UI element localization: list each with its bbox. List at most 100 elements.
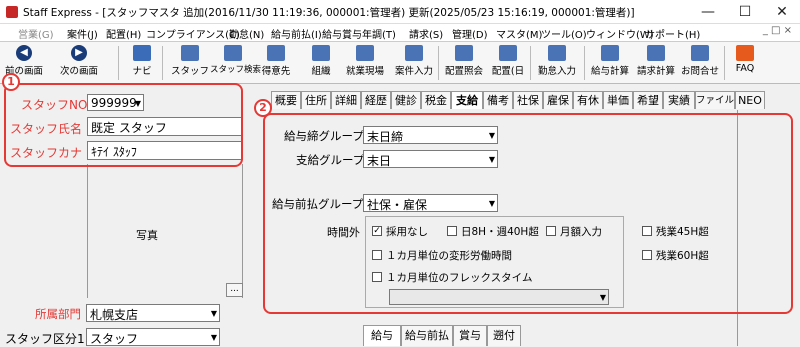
site-button[interactable]: 就業現場 xyxy=(342,44,388,82)
contact-button[interactable]: お問合せ xyxy=(678,44,722,82)
menu-attendance[interactable]: 勤怠(N) xyxy=(229,26,264,41)
navi-button[interactable]: ナビ xyxy=(126,44,158,82)
tab-detail[interactable]: 詳細 xyxy=(331,91,361,109)
photo-label: 写真 xyxy=(136,229,158,242)
assign-day-icon xyxy=(499,45,517,61)
tab-employment-insurance[interactable]: 雇保 xyxy=(543,91,573,109)
menu-tools[interactable]: ツール(O) xyxy=(541,26,587,41)
client-label: 得意先 xyxy=(261,66,291,77)
menu-payroll[interactable]: 給与賞与年調(T) xyxy=(322,26,396,41)
next-screen-button[interactable]: ▶ 次の画面 xyxy=(54,44,104,82)
annotation-box-2 xyxy=(263,113,793,314)
annotation-badge-1: 1 xyxy=(2,73,20,91)
bill-calc-icon xyxy=(647,45,665,61)
title-bar: Staff Express - [スタッフマスタ 追加(2016/11/30 1… xyxy=(0,0,800,24)
attendance-button[interactable]: 勤怠入力 xyxy=(534,44,580,82)
case-input-button[interactable]: 案件入力 xyxy=(392,44,436,82)
menu-sales[interactable]: 営業(G) xyxy=(18,26,54,41)
toolbar-divider xyxy=(530,46,531,80)
menu-master[interactable]: マスタ(M) xyxy=(496,26,542,41)
arrow-right-icon: ▶ xyxy=(71,45,87,61)
menu-compliance[interactable]: コンプライアンス(C) xyxy=(146,26,240,41)
menu-prepay[interactable]: 給与前払(I) xyxy=(271,26,322,41)
navi-label: ナビ xyxy=(132,66,152,77)
minimize-button[interactable]: — xyxy=(690,0,726,24)
toolbar-divider xyxy=(162,46,163,80)
client-icon xyxy=(267,45,285,61)
org-label: 組織 xyxy=(311,66,331,77)
assign-day-label: 配置(日 xyxy=(491,66,525,77)
dept-select[interactable]: 札幌支店 ▼ xyxy=(86,304,220,322)
maximize-button[interactable]: ☐ xyxy=(727,0,763,24)
contact-label: お問合せ xyxy=(680,66,719,77)
tab-record[interactable]: 実績 xyxy=(663,91,695,109)
menu-bar: 営業(G) 案件(J) 配置(H) コンプライアンス(C) 勤怠(N) 給与前払… xyxy=(0,24,800,42)
tab-bottom-retro[interactable]: 遡付 xyxy=(487,325,521,346)
menu-assign[interactable]: 配置(H) xyxy=(106,26,141,41)
tab-neo[interactable]: NEO xyxy=(735,91,765,109)
toolbar-divider xyxy=(724,46,725,80)
close-button[interactable]: ✕ xyxy=(764,0,800,24)
kubun-label: スタッフ区分1 xyxy=(5,332,85,346)
faq-icon xyxy=(736,45,754,61)
assign-day-button[interactable]: 配置(日 xyxy=(488,44,528,82)
annotation-badge-2: 2 xyxy=(254,99,272,117)
menu-window[interactable]: ウィンドウ(W) xyxy=(586,26,654,41)
window-title: Staff Express - [スタッフマスタ 追加(2016/11/30 1… xyxy=(23,7,635,19)
toolbar-divider xyxy=(438,46,439,80)
assign-view-button[interactable]: 配置照会 xyxy=(442,44,486,82)
bill-calc-label: 請求計算 xyxy=(636,66,675,77)
bill-calc-button[interactable]: 請求計算 xyxy=(634,44,678,82)
tab-social-insurance[interactable]: 社保 xyxy=(513,91,543,109)
staff-search-button[interactable]: スタッフ検索 xyxy=(210,44,262,82)
chevron-down-icon: ▼ xyxy=(210,333,217,342)
tab-rate[interactable]: 単価 xyxy=(603,91,633,109)
staff-search-label: スタッフ検索 xyxy=(210,65,262,75)
next-screen-label: 次の画面 xyxy=(59,66,98,77)
tab-health[interactable]: 健診 xyxy=(391,91,421,109)
mdi-controls[interactable]: _ □ × xyxy=(763,25,792,36)
site-label: 就業現場 xyxy=(345,66,384,77)
monitor-icon xyxy=(133,45,151,61)
faq-button[interactable]: FAQ xyxy=(730,44,760,82)
tab-bottom-pay[interactable]: 給与 xyxy=(363,325,401,346)
staff-icon xyxy=(181,45,199,61)
photo-browse-button[interactable]: ... xyxy=(226,283,243,297)
app-icon xyxy=(6,6,18,18)
staff-search-icon xyxy=(224,45,242,61)
client-button[interactable]: 得意先 xyxy=(258,44,294,82)
menu-case[interactable]: 案件(J) xyxy=(67,26,98,41)
tab-payment[interactable]: 支給 xyxy=(451,91,483,109)
assign-view-label: 配置照会 xyxy=(444,66,483,77)
org-icon xyxy=(312,45,330,61)
attendance-icon xyxy=(548,45,566,61)
tab-bottom-prepay[interactable]: 給与前払 xyxy=(401,325,453,346)
menu-support[interactable]: サポート(H) xyxy=(645,26,700,41)
case-icon xyxy=(405,45,423,61)
building-icon xyxy=(356,45,374,61)
tab-file[interactable]: ファイル xyxy=(695,91,735,109)
faq-label: FAQ xyxy=(735,63,755,74)
tab-address[interactable]: 住所 xyxy=(301,91,331,109)
tab-career[interactable]: 経歴 xyxy=(361,91,391,109)
tab-tax[interactable]: 税金 xyxy=(421,91,451,109)
dept-value: 札幌支店 xyxy=(90,308,139,322)
dept-label: 所属部門 xyxy=(35,307,81,321)
staff-button[interactable]: スタッフ xyxy=(170,44,210,82)
toolbar-divider xyxy=(118,46,119,80)
kubun-select[interactable]: スタッフ ▼ xyxy=(86,328,220,346)
tab-overview[interactable]: 概要 xyxy=(271,91,301,109)
mail-icon xyxy=(691,45,709,61)
org-button[interactable]: 組織 xyxy=(305,44,337,82)
menu-billing[interactable]: 請求(S) xyxy=(409,26,443,41)
pay-calc-button[interactable]: 給与計算 xyxy=(588,44,632,82)
tab-bottom-bonus[interactable]: 賞与 xyxy=(453,325,487,346)
calculator-icon xyxy=(601,45,619,61)
kubun-value: スタッフ xyxy=(90,332,139,346)
tab-paid-leave[interactable]: 有休 xyxy=(573,91,603,109)
case-input-label: 案件入力 xyxy=(394,66,433,77)
menu-admin[interactable]: 管理(D) xyxy=(452,26,488,41)
tab-notes[interactable]: 備考 xyxy=(483,91,513,109)
photo-area[interactable]: 写真 xyxy=(87,164,243,298)
tab-wish[interactable]: 希望 xyxy=(633,91,663,109)
